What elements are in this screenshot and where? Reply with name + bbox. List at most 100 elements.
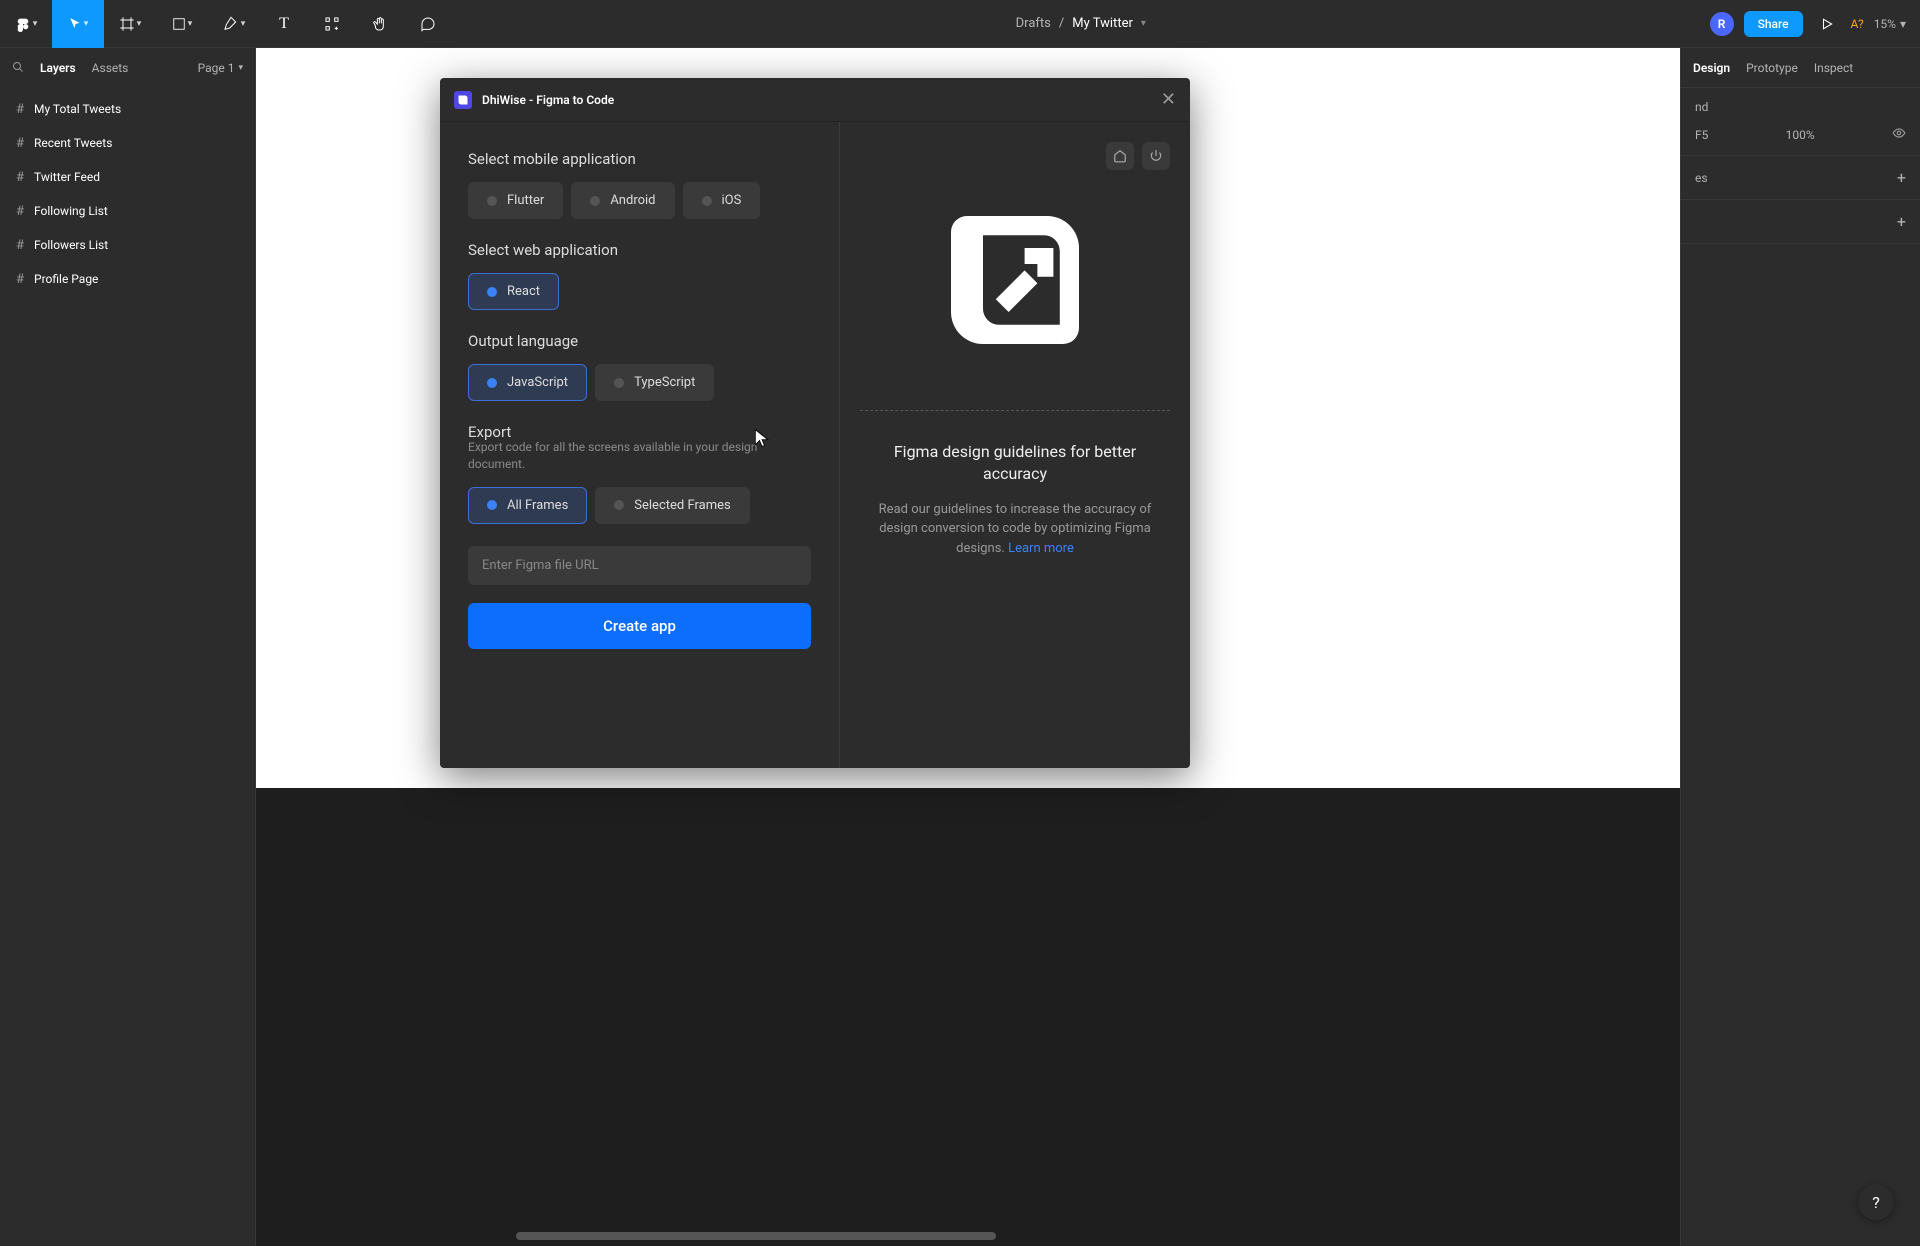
color-value-fragment[interactable]: F5 xyxy=(1695,128,1708,142)
page-selector[interactable]: Page 1 ▾ xyxy=(198,61,243,75)
chip-label: Android xyxy=(610,193,655,208)
frame-icon: # xyxy=(16,136,24,151)
breadcrumb-file[interactable]: My Twitter xyxy=(1072,16,1133,31)
modal-preview: Figma design guidelines for better accur… xyxy=(840,122,1190,768)
radio-dot-icon xyxy=(487,378,497,388)
radio-dot-icon xyxy=(487,196,497,206)
export-options: All Frames Selected Frames xyxy=(468,487,811,524)
layer-item[interactable]: # Profile Page xyxy=(0,262,255,296)
option-flutter[interactable]: Flutter xyxy=(468,182,563,219)
radio-dot-icon xyxy=(590,196,600,206)
option-selected-frames[interactable]: Selected Frames xyxy=(595,487,749,524)
toolbar-right: R Share A? 15% ▾ xyxy=(1710,0,1920,48)
mobile-section-label: Select mobile application xyxy=(468,150,811,168)
guidelines-text: Read our guidelines to increase the accu… xyxy=(860,500,1170,559)
layer-label: Profile Page xyxy=(34,272,98,286)
chip-label: Flutter xyxy=(507,193,544,208)
opacity-value[interactable]: 100% xyxy=(1786,128,1815,142)
option-typescript[interactable]: TypeScript xyxy=(595,364,714,401)
toolbar-left: ▾ ▾ ▾ ▾ ▾ T xyxy=(0,0,452,48)
plus-icon[interactable]: + xyxy=(1897,168,1906,187)
frame-icon xyxy=(119,16,135,32)
visibility-toggle-icon[interactable] xyxy=(1892,126,1906,143)
layer-item[interactable]: # Recent Tweets xyxy=(0,126,255,160)
layer-label: Recent Tweets xyxy=(34,136,112,150)
option-android[interactable]: Android xyxy=(571,182,674,219)
left-panel-tabs: Layers Assets Page 1 ▾ xyxy=(0,48,255,88)
frame-icon: # xyxy=(16,204,24,219)
pen-icon xyxy=(223,16,239,32)
radio-dot-icon xyxy=(614,378,624,388)
export-section: + xyxy=(1681,200,1920,244)
present-button[interactable] xyxy=(1813,0,1841,48)
option-ios[interactable]: iOS xyxy=(683,182,761,219)
frame-tool-button[interactable]: ▾ xyxy=(104,0,156,48)
zoom-control[interactable]: 15% ▾ xyxy=(1874,17,1906,31)
tab-inspect[interactable]: Inspect xyxy=(1814,61,1853,75)
chevron-down-icon: ▾ xyxy=(1900,17,1906,31)
option-react[interactable]: React xyxy=(468,273,559,310)
web-options: React xyxy=(468,273,811,310)
figma-url-input[interactable] xyxy=(468,546,811,585)
resources-button[interactable] xyxy=(308,0,356,48)
text-icon: T xyxy=(279,15,289,33)
dhiwise-logo xyxy=(860,200,1170,360)
frame-icon: # xyxy=(16,272,24,287)
plugin-logo-icon xyxy=(454,91,472,109)
learn-more-link[interactable]: Learn more xyxy=(1008,541,1074,556)
chevron-down-icon: ▾ xyxy=(188,19,193,29)
cursor-icon xyxy=(68,17,82,31)
power-icon[interactable] xyxy=(1142,142,1170,170)
layer-item[interactable]: # Following List xyxy=(0,194,255,228)
chip-label: All Frames xyxy=(507,498,568,513)
rectangle-icon xyxy=(172,17,186,31)
figma-menu-button[interactable]: ▾ xyxy=(0,0,52,48)
radio-dot-icon xyxy=(487,287,497,297)
top-toolbar: ▾ ▾ ▾ ▾ ▾ T Drafts / xyxy=(0,0,1920,48)
chevron-down-icon: ▾ xyxy=(238,63,243,73)
chip-label: TypeScript xyxy=(634,375,695,390)
breadcrumb[interactable]: Drafts / My Twitter ▾ xyxy=(452,16,1710,31)
hand-icon xyxy=(372,16,388,32)
comment-tool-button[interactable] xyxy=(404,0,452,48)
comment-icon xyxy=(420,16,436,32)
option-all-frames[interactable]: All Frames xyxy=(468,487,587,524)
move-tool-button[interactable]: ▾ xyxy=(52,0,104,48)
shape-tool-button[interactable]: ▾ xyxy=(156,0,208,48)
layer-label: Followers List xyxy=(34,238,108,252)
tab-prototype[interactable]: Prototype xyxy=(1746,61,1798,75)
layer-label: My Total Tweets xyxy=(34,102,121,116)
share-button[interactable]: Share xyxy=(1744,11,1803,37)
plus-icon[interactable]: + xyxy=(1897,212,1906,231)
tab-design[interactable]: Design xyxy=(1693,61,1730,75)
close-icon[interactable]: ✕ xyxy=(1161,89,1176,110)
text-tool-button[interactable]: T xyxy=(260,0,308,48)
horizontal-scrollbar[interactable] xyxy=(516,1232,996,1240)
user-avatar[interactable]: R xyxy=(1710,12,1734,36)
tab-assets[interactable]: Assets xyxy=(92,61,129,75)
search-icon[interactable] xyxy=(12,61,24,76)
chevron-down-icon[interactable]: ▾ xyxy=(1141,18,1146,29)
layer-item[interactable]: #My Total Tweets xyxy=(0,92,255,126)
pen-tool-button[interactable]: ▾ xyxy=(208,0,260,48)
missing-fonts-badge[interactable]: A? xyxy=(1851,17,1864,31)
layer-item[interactable]: #Followers List xyxy=(0,228,255,262)
zoom-value: 15% xyxy=(1874,17,1896,31)
section-label-fragment: es xyxy=(1695,171,1708,185)
create-app-button[interactable]: Create app xyxy=(468,603,811,649)
layer-item[interactable]: #Twitter Feed xyxy=(0,160,255,194)
help-button[interactable]: ? xyxy=(1858,1184,1894,1220)
layers-list: #My Total Tweets #Recent Tweets #Twitter… xyxy=(0,88,255,300)
divider xyxy=(860,410,1170,411)
home-icon[interactable] xyxy=(1106,142,1134,170)
chip-label: iOS xyxy=(722,193,742,208)
styles-section: es + xyxy=(1681,156,1920,200)
export-section-subtext: Export code for all the screens availabl… xyxy=(468,439,811,473)
mobile-options: Flutter Android iOS xyxy=(468,182,811,219)
layer-label: Following List xyxy=(34,204,108,218)
breadcrumb-parent[interactable]: Drafts xyxy=(1016,16,1051,31)
tab-layers[interactable]: Layers xyxy=(40,61,76,75)
hand-tool-button[interactable] xyxy=(356,0,404,48)
lang-section-label: Output language xyxy=(468,332,811,350)
option-javascript[interactable]: JavaScript xyxy=(468,364,587,401)
